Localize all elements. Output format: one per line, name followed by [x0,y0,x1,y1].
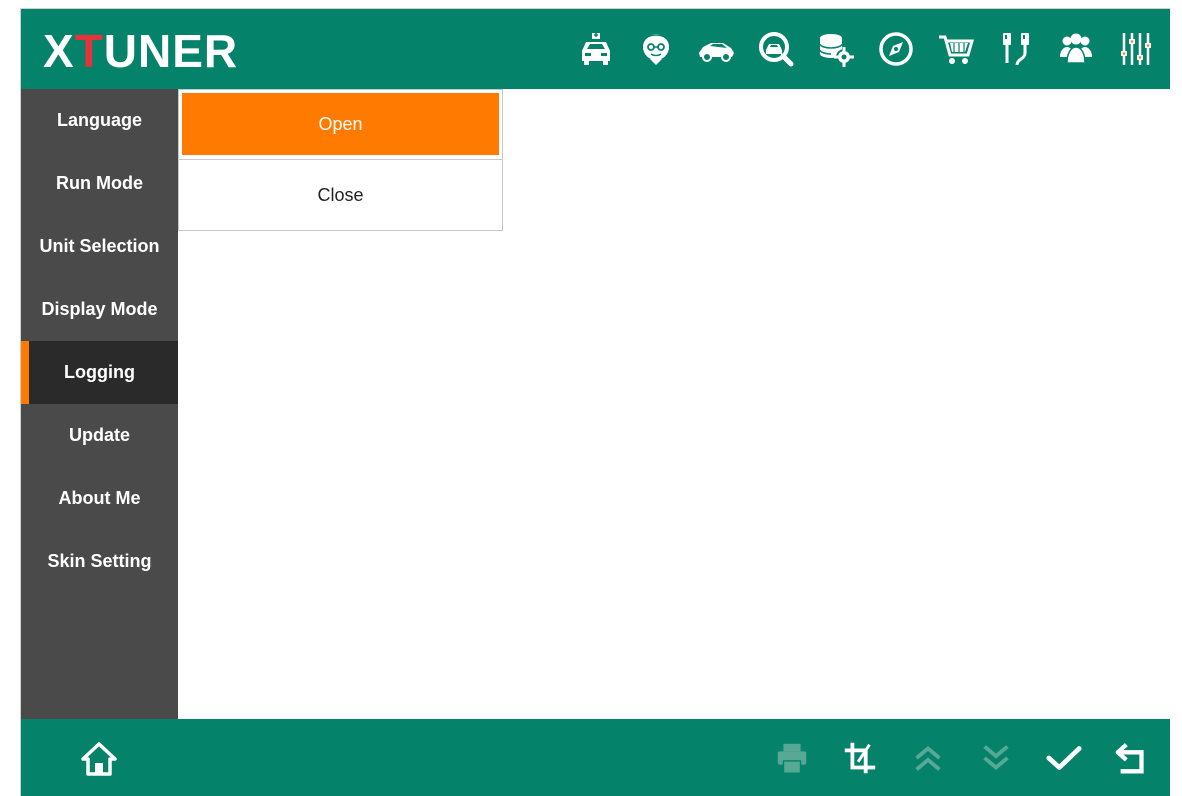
home-icon[interactable] [77,739,121,779]
sidebar-item-label: Skin Setting [47,551,152,571]
logging-options: Open Close [178,89,503,231]
sidebar-item-display-mode[interactable]: Display Mode [21,278,178,341]
connection-cable-icon[interactable] [986,23,1046,75]
shopping-cart-icon[interactable] [926,23,986,75]
app-window: X T UNER Language Run Mode Unit Selectio… [20,8,1170,796]
sidebar-item-logging[interactable]: Logging [21,341,178,404]
bottom-toolbar [21,719,1170,796]
page-down-icon[interactable] [962,735,1030,781]
print-icon[interactable] [758,735,826,781]
sidebar-item-label: Logging [64,362,135,382]
doctor-icon[interactable] [626,23,686,75]
top-icon-row [566,23,1166,75]
search-car-icon[interactable] [746,23,806,75]
car-diagnosis-icon[interactable] [566,23,626,75]
crop-icon[interactable] [826,735,894,781]
option-divider [179,159,502,160]
equalizer-settings-icon[interactable] [1106,23,1166,75]
sidebar-item-label: Display Mode [41,299,158,319]
page-up-icon[interactable] [894,735,962,781]
sidebar-item-update[interactable]: Update [21,404,178,467]
compass-icon[interactable] [866,23,926,75]
close-option[interactable]: Close [181,162,500,228]
main-content: Open Close [178,89,1170,719]
sports-car-icon[interactable] [686,23,746,75]
xtuner-logo: X T UNER [43,25,239,77]
sidebar-item-label: Unit Selection [39,236,160,256]
sidebar-item-unit-selection[interactable]: Unit Selection [21,215,178,278]
top-toolbar: X T UNER [21,9,1170,89]
open-option[interactable]: Open [181,92,500,156]
sidebar-item-label: Language [56,110,142,130]
sidebar-item-label: About Me [58,488,141,508]
back-icon[interactable] [1098,735,1166,781]
users-group-icon[interactable] [1046,23,1106,75]
sidebar-item-skin-setting[interactable]: Skin Setting [21,530,178,593]
sidebar-item-label: Update [68,425,130,445]
settings-sidebar: Language Run Mode Unit Selection Display… [21,89,178,719]
sidebar-item-about-me[interactable]: About Me [21,467,178,530]
database-settings-icon[interactable] [806,23,866,75]
confirm-icon[interactable] [1030,735,1098,781]
sidebar-item-run-mode[interactable]: Run Mode [21,152,178,215]
sidebar-item-label: Run Mode [56,173,143,193]
bottom-icon-row [758,735,1166,781]
sidebar-item-language[interactable]: Language [21,89,178,152]
